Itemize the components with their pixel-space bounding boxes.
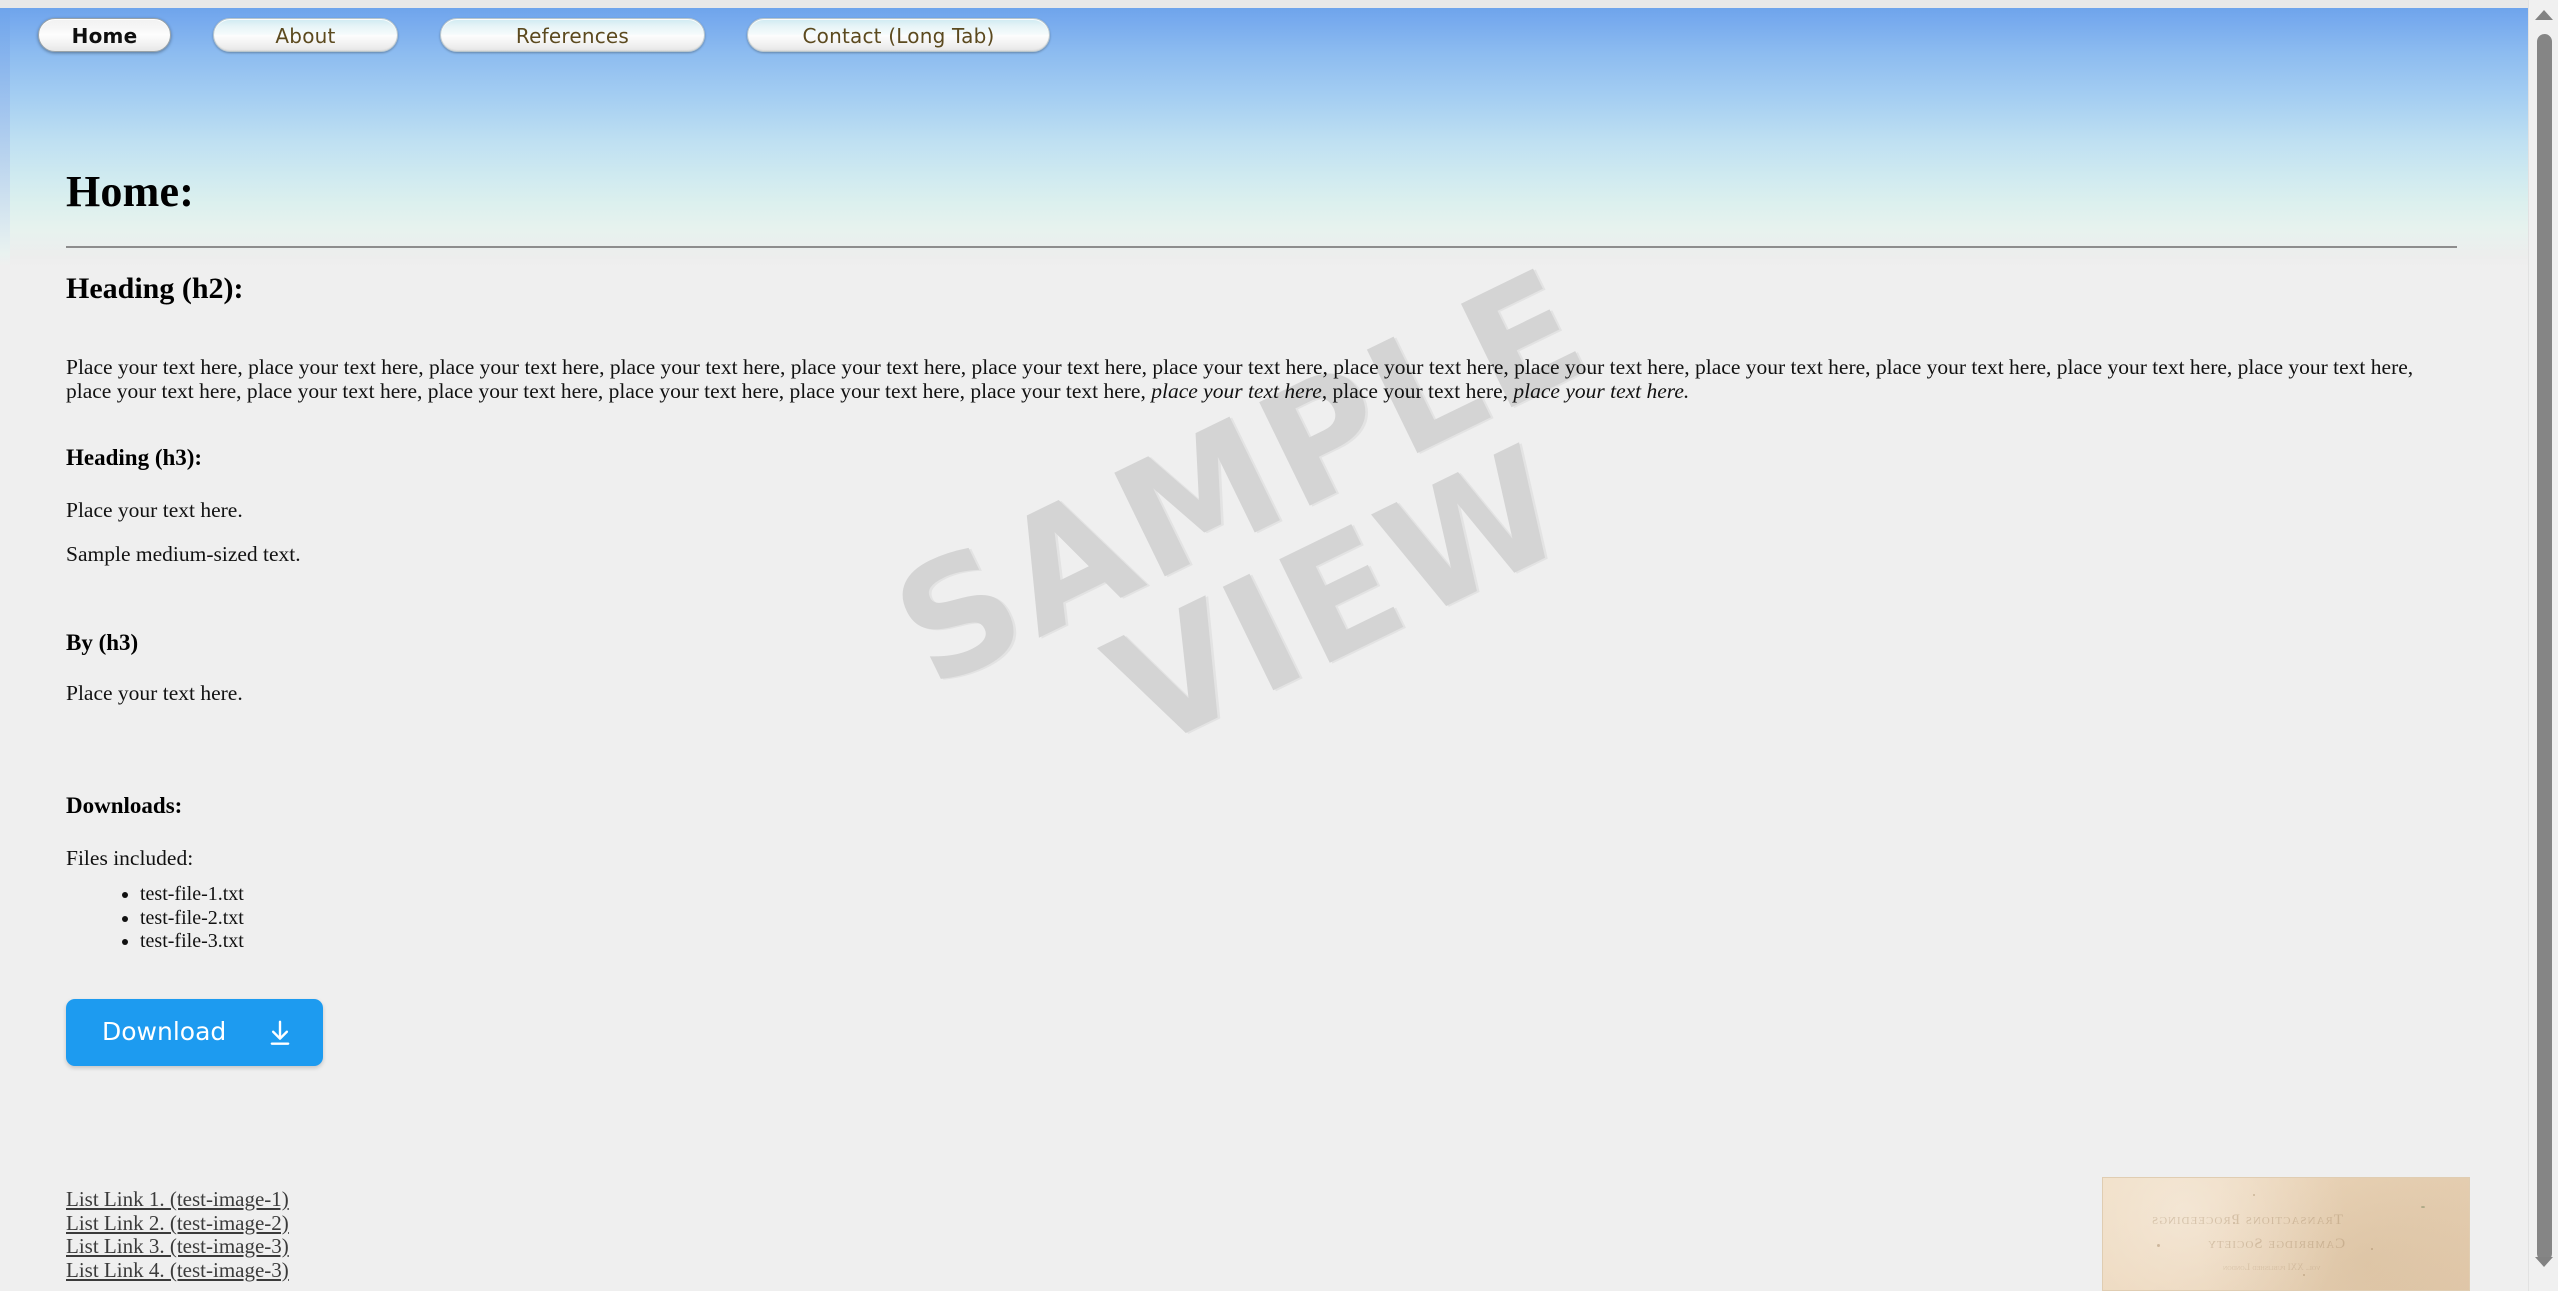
paper-speck	[2157, 1244, 2160, 1247]
tab-references[interactable]: References	[440, 18, 705, 52]
list-item: test-file-1.txt	[140, 883, 244, 907]
medium-text: Sample medium-sized text.	[66, 542, 301, 566]
section-heading-h3: Heading (h3):	[66, 445, 203, 470]
download-arrow-icon	[265, 1018, 295, 1048]
by-paragraph: Place your text here.	[66, 681, 243, 705]
paper-speck	[2233, 1222, 2235, 1224]
tab-contact[interactable]: Contact (Long Tab)	[747, 18, 1050, 52]
list-link-3[interactable]: List Link 3. (test-image-3)	[66, 1234, 289, 1259]
tab-contact-label: Contact (Long Tab)	[802, 24, 995, 48]
paper-speck	[2421, 1206, 2425, 1208]
tab-references-label: References	[515, 24, 630, 48]
files-included-label: Files included:	[66, 846, 194, 870]
list-item: test-file-2.txt	[140, 907, 244, 931]
download-button[interactable]: Download	[66, 999, 323, 1066]
title-divider	[66, 246, 2457, 248]
file-list: test-file-1.txt test-file-2.txt test-fil…	[104, 883, 244, 954]
window-top-strip	[0, 0, 2528, 8]
watermark-line-1: SAMPLE	[868, 233, 1616, 724]
download-button-label: Download	[102, 1017, 227, 1046]
paper-speck	[2371, 1248, 2373, 1250]
page-title: Home:	[66, 167, 195, 216]
chevron-down-icon[interactable]	[2535, 1257, 2553, 1275]
chevron-up-icon[interactable]	[2535, 10, 2553, 28]
scan-text-line-2: Cambridge Society	[2207, 1236, 2346, 1252]
tab-home[interactable]: Home	[38, 18, 171, 52]
paper-speck	[2253, 1194, 2255, 1196]
paragraph-italic-run: place your text here,	[1151, 379, 1328, 403]
paragraph-run: place your text here,	[1327, 379, 1514, 403]
paper-speck	[2303, 1274, 2305, 1276]
page-viewport: Home About References Contact (Long Tab)…	[0, 0, 2528, 1291]
tab-home-label: Home	[71, 24, 138, 48]
browser-page: Home About References Contact (Long Tab)…	[0, 0, 2558, 1291]
scan-text-line-3: vol. XXI published London	[2223, 1262, 2321, 1272]
downloads-heading: Downloads:	[66, 793, 183, 818]
h3-paragraph: Place your text here.	[66, 498, 243, 522]
section-heading-h2: Heading (h2):	[66, 272, 244, 305]
link-list: List Link 1. (test-image-1) List Link 2.…	[66, 1187, 289, 1283]
list-link-1[interactable]: List Link 1. (test-image-1)	[66, 1187, 289, 1212]
list-link-4[interactable]: List Link 4. (test-image-3)	[66, 1258, 289, 1283]
main-paragraph: Place your text here, place your text he…	[66, 355, 2456, 404]
list-link-2[interactable]: List Link 2. (test-image-2)	[66, 1211, 289, 1236]
list-item: test-file-3.txt	[140, 930, 244, 954]
tab-about-label: About	[275, 24, 336, 48]
scan-text-line-1: Transactions Proceedings	[2151, 1212, 2343, 1228]
tab-about[interactable]: About	[213, 18, 398, 52]
by-heading: By (h3)	[66, 630, 139, 655]
scanned-page-image: Transactions Proceedings Cambridge Socie…	[2102, 1177, 2470, 1291]
tab-navigation: Home About References Contact (Long Tab)	[0, 18, 2528, 56]
vertical-scrollbar[interactable]	[2528, 0, 2558, 1291]
paragraph-italic-run: place your text here.	[1513, 379, 1690, 403]
watermark-line-2: VIEW	[1082, 410, 1595, 787]
scrollbar-thumb[interactable]	[2537, 34, 2552, 1261]
